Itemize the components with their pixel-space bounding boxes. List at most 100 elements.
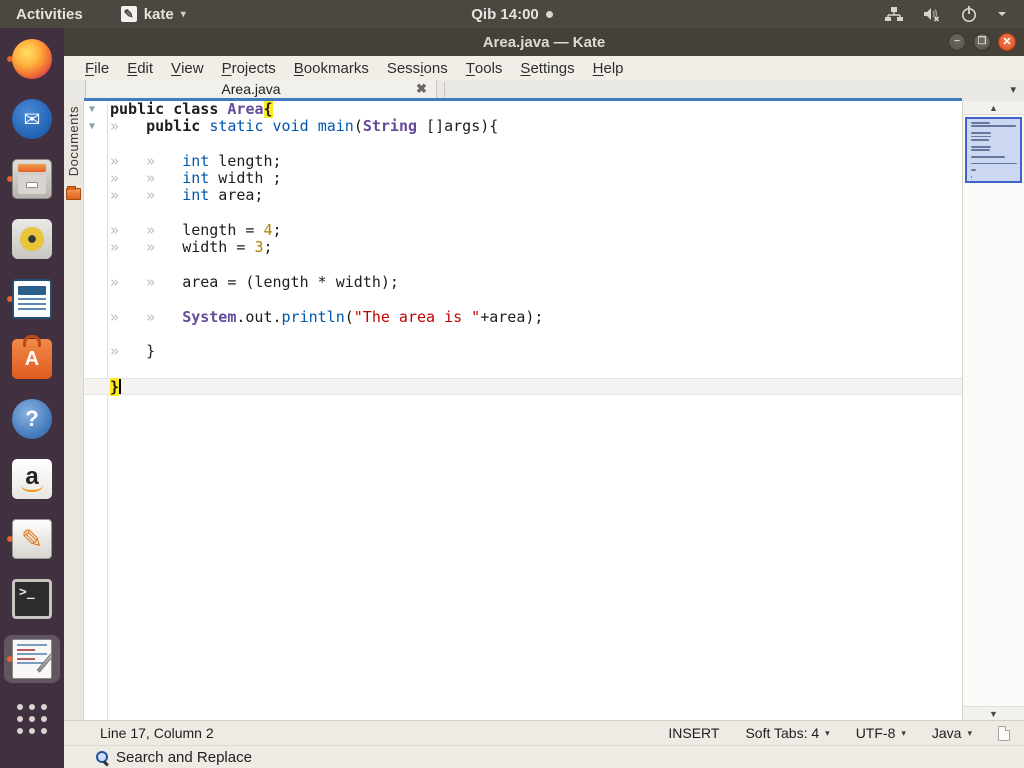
dock-item-ubuntu-software[interactable]: A <box>4 335 60 383</box>
dock-item-files[interactable] <box>4 155 60 203</box>
dock-item-amazon[interactable]: a <box>4 455 60 503</box>
chevron-down-icon: ▾ <box>967 727 972 738</box>
menu-tools[interactable]: Tools <box>457 56 512 80</box>
minimap-line <box>971 145 991 148</box>
menu-settings[interactable]: Settings <box>511 56 583 80</box>
minimap-line <box>971 176 972 179</box>
document-list-caret-icon[interactable]: ▾ <box>1010 83 1016 96</box>
minimap-line <box>971 138 989 141</box>
text-editor-icon: ✎ <box>12 519 52 559</box>
tab-marker: » <box>146 221 156 240</box>
menu-projects[interactable]: Projects <box>213 56 285 80</box>
maximize-button[interactable]: ❐ <box>973 33 991 51</box>
language-dropdown[interactable]: Java ▾ <box>932 725 972 741</box>
encoding-dropdown[interactable]: UTF-8 ▾ <box>856 725 906 741</box>
scrollbar-minimap-column[interactable]: ▲ ▼ <box>962 101 1024 720</box>
code-token: []args){ <box>417 117 499 136</box>
clock-menu[interactable]: Qib 14:00 <box>471 6 553 23</box>
code-token: println <box>281 307 345 326</box>
documents-toolview-button[interactable]: Documents <box>66 104 81 178</box>
menu-edit[interactable]: Edit <box>118 56 162 80</box>
icon-border <box>84 343 107 360</box>
ubuntu-dock: ✉ A? a ✎ >_ <box>0 28 64 768</box>
icon-border <box>84 309 107 326</box>
insert-mode-label[interactable]: INSERT <box>668 725 719 741</box>
code-token: +area); <box>480 307 544 326</box>
dock-item-kate[interactable] <box>4 635 60 683</box>
icon-border <box>84 274 107 291</box>
fold-marker-icon[interactable]: ▼ <box>84 101 107 118</box>
power-icon <box>962 6 976 22</box>
icon-border <box>84 360 107 377</box>
dock-item-thunderbird[interactable]: ✉ <box>4 95 60 143</box>
menu-bookmarks[interactable]: Bookmarks <box>285 56 378 80</box>
libreoffice-writer-icon <box>12 279 52 319</box>
close-button[interactable]: ✕ <box>998 33 1016 51</box>
code-token: ( <box>344 307 354 326</box>
activities-button[interactable]: Activities <box>0 0 99 28</box>
dock-item-firefox[interactable] <box>4 35 60 83</box>
document-icon <box>998 725 1010 741</box>
app-indicator-menu[interactable]: ✎ kate ▾ <box>111 0 196 28</box>
dock-item-help[interactable]: ? <box>4 395 60 443</box>
status-bar: Line 17, Column 2 INSERT Soft Tabs: 4 ▾ … <box>64 720 1024 745</box>
dock-item-rhythmbox[interactable] <box>4 215 60 263</box>
ubuntu-software-icon: A <box>12 335 52 379</box>
menu-view[interactable]: View <box>162 56 213 80</box>
menu-file[interactable]: File <box>76 56 118 80</box>
cursor-position-label[interactable]: Line 17, Column 2 <box>100 725 214 741</box>
minimap-line <box>971 135 991 138</box>
fold-marker-icon[interactable]: ▼ <box>84 118 107 135</box>
minimap-line <box>971 169 976 172</box>
window-titlebar[interactable]: Area.java — Kate − ❐ ✕ <box>64 28 1024 56</box>
projects-folder-icon[interactable] <box>66 186 81 201</box>
code-area[interactable]: ▼ public class Area{▼» public static void … <box>84 101 962 720</box>
volume-muted-icon <box>924 8 940 22</box>
search-icon <box>96 750 109 764</box>
language-label: Java <box>931 725 962 741</box>
icon-border <box>84 136 107 153</box>
minimap-line <box>971 122 990 124</box>
thunderbird-icon: ✉ <box>12 99 52 139</box>
system-status-area[interactable] <box>884 0 1024 28</box>
tab-close-icon[interactable]: ✖ <box>416 81 436 97</box>
scroll-down-button[interactable]: ▼ <box>963 706 1024 720</box>
code-line: » » int width ; <box>84 169 962 187</box>
icon-border <box>84 222 107 239</box>
code-token: { <box>263 101 273 118</box>
code-line: » » int area; <box>84 186 962 205</box>
minimize-button[interactable]: − <box>948 33 966 51</box>
tab-marker: » <box>110 117 120 136</box>
tab-marker: » <box>110 238 120 257</box>
scroll-up-button[interactable]: ▲ <box>963 101 1024 115</box>
bottom-toolview-bar: Search and Replace <box>64 745 1024 768</box>
code-line: » » length = 4; <box>84 221 962 240</box>
kate-app-icon: ✎ <box>120 6 137 22</box>
tab-bar: Area.java ✖ ▾ <box>64 80 1024 101</box>
dock-item-text-editor[interactable]: ✎ <box>4 515 60 563</box>
code-token: width = <box>182 238 255 257</box>
tab-marker: » <box>146 186 156 205</box>
tab-marker: » <box>110 186 120 205</box>
tab-marker: » <box>146 307 156 326</box>
dock-item-show-applications[interactable] <box>4 695 60 743</box>
minimap-line <box>971 162 1017 165</box>
dock-item-terminal[interactable]: >_ <box>4 575 60 623</box>
code-token: .out. <box>236 307 282 326</box>
tab-mode-dropdown[interactable]: Soft Tabs: 4 ▾ <box>745 725 829 741</box>
menu-help[interactable]: Help <box>584 56 633 80</box>
tab-area-java[interactable]: Area.java ✖ <box>85 80 437 98</box>
menu-sessions[interactable]: Sess i ons <box>378 56 457 80</box>
code-token: String <box>362 117 418 136</box>
code-line: » » int length; <box>84 152 962 170</box>
chevron-down-icon: ▾ <box>901 727 906 738</box>
dock-item-libreoffice-writer[interactable] <box>4 275 60 323</box>
minimap-view-indicator[interactable] <box>965 117 1022 184</box>
code-token: ; <box>263 238 273 257</box>
left-toolview-bar: Documents <box>64 101 84 720</box>
code-line <box>84 360 962 377</box>
code-line <box>84 326 962 343</box>
tab-marker: » <box>110 342 120 361</box>
search-replace-button[interactable]: Search and Replace <box>116 749 252 766</box>
